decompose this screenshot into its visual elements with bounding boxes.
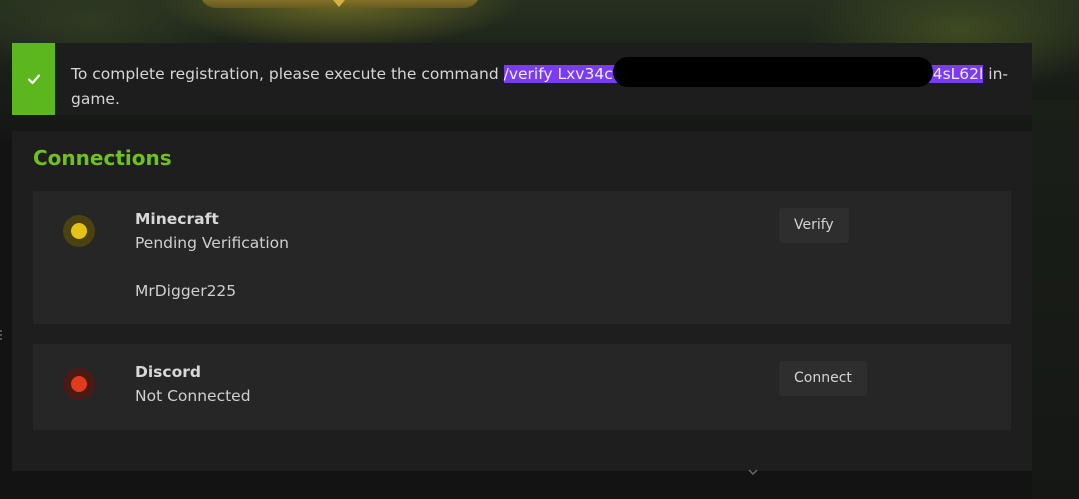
scroll-edge-icon bbox=[0, 330, 2, 340]
connection-status: Not Connected bbox=[135, 387, 251, 405]
connections-card: Connections Minecraft Pending Verificati… bbox=[12, 131, 1032, 471]
verify-command-end: 4sL62l bbox=[932, 65, 984, 83]
decorative-mark-icon bbox=[748, 469, 758, 476]
connection-status: Pending Verification bbox=[135, 234, 289, 252]
status-disconnected-icon bbox=[63, 368, 95, 400]
connections-title: Connections bbox=[33, 146, 172, 170]
alert-check-panel bbox=[12, 43, 55, 115]
side-background bbox=[1032, 100, 1079, 499]
connection-minecraft: Minecraft Pending Verification MrDigger2… bbox=[33, 191, 1011, 324]
connection-name: Discord bbox=[135, 363, 201, 381]
connection-username: MrDigger225 bbox=[135, 282, 237, 300]
verify-button[interactable]: Verify bbox=[779, 208, 849, 243]
check-icon bbox=[27, 74, 40, 85]
alert-text-before: To complete registration, please execute… bbox=[71, 65, 504, 83]
connection-name: Minecraft bbox=[135, 210, 219, 228]
connection-discord: Discord Not Connected Connect bbox=[33, 344, 1011, 430]
verify-command[interactable]: /verify Lxv34c 4sL62l bbox=[503, 57, 984, 87]
verify-command-start: /verify Lxv34c bbox=[503, 65, 613, 83]
success-alert: To complete registration, please execute… bbox=[12, 43, 1032, 115]
alert-message: To complete registration, please execute… bbox=[71, 57, 1019, 111]
status-pending-icon bbox=[63, 215, 95, 247]
connect-button[interactable]: Connect bbox=[779, 361, 867, 396]
redaction-bar bbox=[612, 57, 933, 87]
